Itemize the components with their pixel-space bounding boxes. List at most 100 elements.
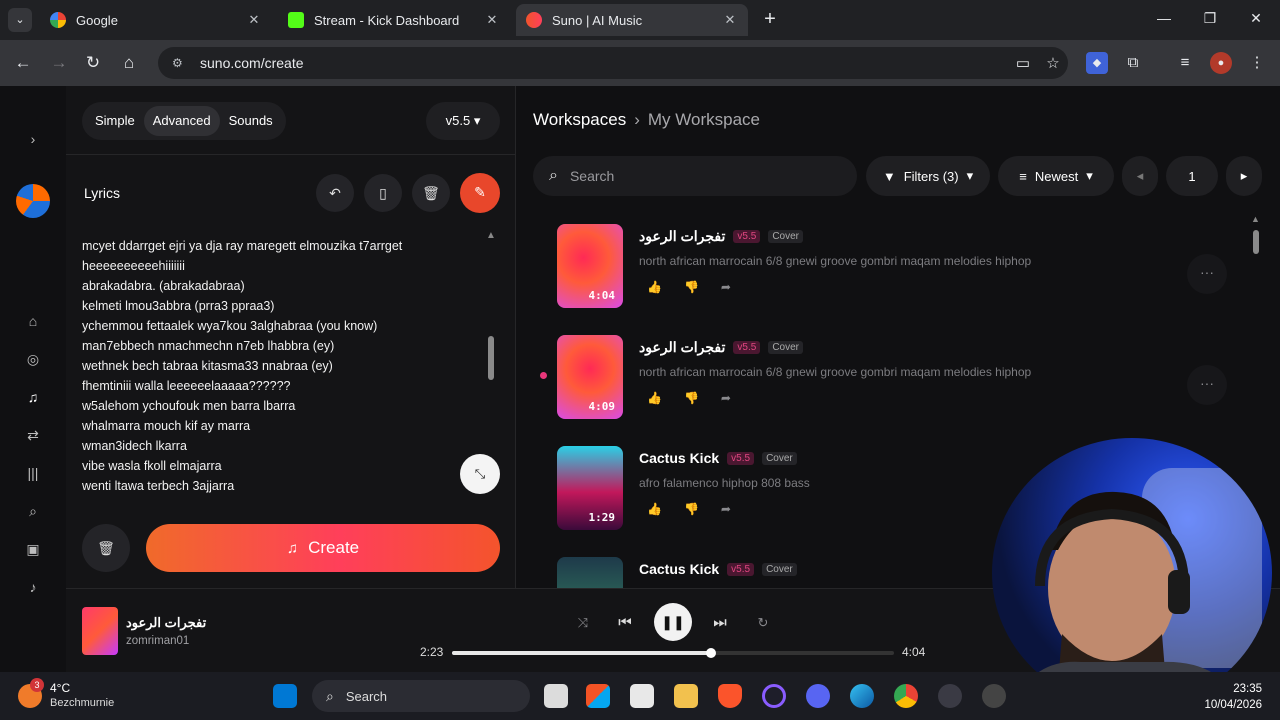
media-controls-icon[interactable]: ≡ [1174, 52, 1196, 74]
now-playing-artist[interactable]: zomriman01 [126, 635, 189, 647]
thumbs-up-icon[interactable]: 👍 [647, 502, 662, 516]
delete-lyrics-button[interactable]: 🗑 [412, 174, 450, 212]
office-icon[interactable] [630, 684, 654, 708]
close-tab-icon[interactable]: ✕ [484, 12, 500, 28]
scroll-up-arrow-icon[interactable]: ▲ [486, 230, 496, 241]
bookmark-star-icon[interactable]: ☆ [1038, 54, 1068, 72]
studio-nav-icon[interactable]: ⇄ [22, 424, 44, 446]
song-cover[interactable]: 1:29 [557, 446, 623, 530]
mode-advanced[interactable]: Advanced [143, 106, 220, 136]
close-tab-icon[interactable]: ✕ [246, 12, 262, 28]
brave-icon[interactable] [718, 684, 742, 708]
thumbs-down-icon[interactable]: 👎 [684, 391, 699, 405]
song-cover[interactable]: 4:04 [557, 224, 623, 308]
chrome-menu-icon[interactable]: ⋮ [1246, 52, 1268, 74]
home-icon[interactable]: ⌂ [118, 52, 140, 74]
minimize-icon[interactable]: — [1154, 10, 1174, 26]
song-title[interactable]: تفجرات الرعود [639, 228, 725, 244]
song-cover[interactable] [557, 557, 623, 588]
song-title[interactable]: Cactus Kick [639, 561, 719, 577]
expand-sidebar-icon[interactable]: › [22, 128, 44, 150]
discord-icon[interactable] [806, 684, 830, 708]
next-track-icon[interactable]: ⏭ [708, 611, 732, 635]
breadcrumb-workspaces[interactable]: Workspaces [533, 110, 626, 130]
profile-avatar-icon[interactable]: ● [1210, 52, 1232, 74]
explore-nav-icon[interactable]: ◎ [22, 348, 44, 370]
app-circle-icon[interactable] [762, 684, 786, 708]
model-version-select[interactable]: v5.5 ▾ [426, 102, 500, 140]
forward-icon[interactable]: → [48, 52, 70, 74]
tab-kick[interactable]: Stream - Kick Dashboard ✕ [278, 4, 510, 36]
file-explorer-icon[interactable] [674, 684, 698, 708]
share-icon[interactable]: ➦ [721, 502, 731, 516]
generate-lyrics-button[interactable]: ✎ [460, 173, 500, 213]
reload-icon[interactable]: ↻ [82, 52, 104, 74]
close-window-icon[interactable]: ✕ [1246, 10, 1266, 27]
search-input[interactable]: ⌕ Search [533, 156, 857, 196]
extension-shield-icon[interactable]: ◆ [1086, 52, 1108, 74]
media-player-icon[interactable] [938, 684, 962, 708]
notifications-nav-icon[interactable]: ♪ [22, 576, 44, 598]
progress-slider[interactable] [452, 648, 894, 658]
windows-start-icon[interactable] [273, 684, 297, 708]
previous-track-icon[interactable]: ⏮ [613, 611, 637, 635]
address-bar[interactable]: ⚙ suno.com/create ▭ ☆ [158, 47, 1068, 79]
back-icon[interactable]: ← [12, 52, 34, 74]
chrome-icon[interactable] [894, 684, 918, 708]
home-nav-icon[interactable]: ⌂ [22, 310, 44, 332]
library-nav-icon[interactable]: ||| [22, 462, 44, 484]
thumbs-down-icon[interactable]: 👎 [684, 280, 699, 294]
song-row[interactable]: 4:09 تفجرات الرعود v5.5 Cover north africa… [557, 335, 1237, 423]
mode-simple[interactable]: Simple [86, 106, 144, 136]
thumbs-up-icon[interactable]: 👍 [647, 391, 662, 405]
now-playing-title[interactable]: تفجرات الرعود [126, 615, 206, 631]
lyrics-scrollbar[interactable] [488, 336, 494, 380]
thumbs-down-icon[interactable]: 👎 [684, 502, 699, 516]
more-options-button[interactable]: ··· [1187, 254, 1227, 294]
task-view-icon[interactable] [544, 684, 568, 708]
song-title[interactable]: تفجرات الرعود [639, 339, 725, 355]
songs-scrollbar[interactable] [1253, 230, 1259, 254]
create-nav-icon[interactable]: ♫ [22, 386, 44, 408]
close-tab-icon[interactable]: ✕ [722, 12, 738, 28]
progress-handle[interactable] [706, 648, 716, 658]
sort-button[interactable]: ≡ Newest ▾ [998, 156, 1114, 196]
filters-button[interactable]: ▼ Filters (3) ▾ [866, 156, 990, 196]
now-playing-cover[interactable] [82, 607, 118, 655]
bookmark-button[interactable]: ▯ [364, 174, 402, 212]
tab-google[interactable]: Google ✕ [40, 4, 272, 36]
weather-temperature[interactable]: 4°C [50, 681, 70, 695]
play-pause-button[interactable]: ❚❚ [654, 603, 692, 641]
extensions-puzzle-icon[interactable]: ⧉ [1122, 52, 1144, 74]
share-icon[interactable]: ➦ [721, 280, 731, 294]
next-page-button[interactable]: ▸ [1226, 156, 1262, 196]
share-icon[interactable]: ➦ [721, 391, 731, 405]
search-nav-icon[interactable]: ⌕ [22, 500, 44, 522]
site-info-icon[interactable]: ⚙ [172, 56, 190, 70]
install-app-icon[interactable]: ▭ [1008, 54, 1038, 72]
scroll-up-arrow-icon[interactable]: ▲ [1251, 214, 1260, 224]
hooks-nav-icon[interactable]: ▣ [22, 538, 44, 560]
repeat-icon[interactable]: ↻ [751, 611, 775, 635]
thumbs-up-icon[interactable]: 👍 [647, 280, 662, 294]
prev-page-button[interactable]: ◂ [1122, 156, 1158, 196]
system-clock[interactable]: 23:35 10/04/2026 [1204, 681, 1262, 713]
tab-search-button[interactable]: ⌄ [8, 8, 32, 32]
shuffle-icon[interactable]: ⤨ [571, 611, 595, 635]
undo-button[interactable]: ↶ [316, 174, 354, 212]
song-row[interactable]: 4:04 تفجرات الرعود v5.5 Cover north africa… [557, 224, 1237, 312]
lyrics-textarea[interactable]: mcyet ddarrget ejri ya dja ray maregett … [82, 236, 462, 496]
restore-icon[interactable]: ❐ [1200, 10, 1220, 27]
song-cover[interactable]: 4:09 [557, 335, 623, 419]
create-button[interactable]: ♫ Create [146, 524, 500, 572]
mode-sounds[interactable]: Sounds [220, 106, 282, 136]
clear-button[interactable]: 🗑 [82, 524, 130, 572]
collapse-lyrics-button[interactable]: ⤡ [460, 454, 500, 494]
edge-icon[interactable] [850, 684, 874, 708]
more-options-button[interactable]: ··· [1187, 365, 1227, 405]
obs-icon[interactable] [982, 684, 1006, 708]
ms-store-icon[interactable] [586, 684, 610, 708]
taskbar-search[interactable]: ⌕ Search [312, 680, 530, 712]
new-tab-button[interactable]: + [758, 8, 782, 32]
song-title[interactable]: Cactus Kick [639, 450, 719, 466]
